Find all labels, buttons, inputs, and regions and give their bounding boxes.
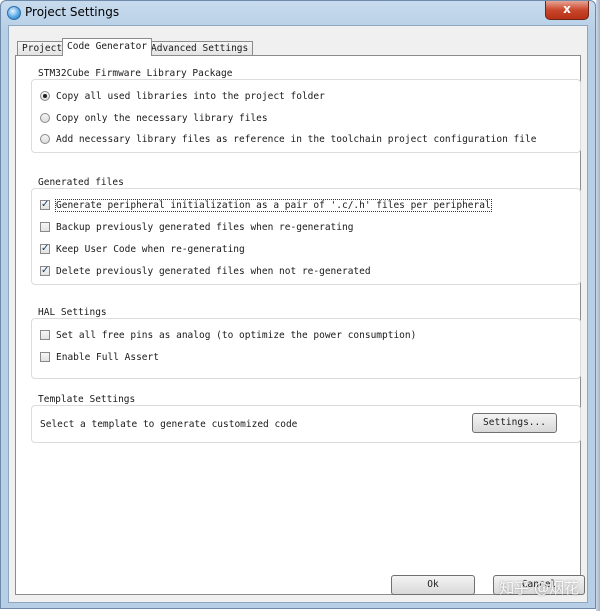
template-group-title: Template Settings: [38, 394, 136, 405]
firmware-option-copy-all[interactable]: Copy all used libraries into the project…: [40, 89, 325, 103]
radio-unselected[interactable]: [40, 113, 50, 123]
generated-option-delete-previous[interactable]: ✓ Delete previously generated files when…: [40, 264, 371, 278]
template-description: Select a template to generate customized…: [40, 418, 298, 430]
firmware-option-add-reference[interactable]: Add necessary library files as reference…: [40, 132, 536, 146]
template-description-row: Select a template to generate customized…: [40, 417, 297, 431]
checkbox-checked[interactable]: ✓: [40, 266, 50, 276]
hal-option-analog-pins[interactable]: Set all free pins as analog (to optimize…: [40, 328, 416, 342]
checkbox-checked[interactable]: ✓: [40, 200, 50, 210]
background-window-edge: [596, 0, 600, 611]
option-label: Set all free pins as analog (to optimize…: [56, 329, 417, 341]
option-label: Copy all used libraries into the project…: [56, 90, 325, 102]
hal-group-box: Set all free pins as analog (to optimize…: [31, 318, 581, 379]
checkbox-checked[interactable]: ✓: [40, 244, 50, 254]
option-label: Backup previously generated files when r…: [56, 221, 354, 233]
title-bar[interactable]: Project Settings x: [1, 1, 595, 25]
option-label: Delete previously generated files when n…: [56, 265, 371, 277]
generated-option-backup[interactable]: Backup previously generated files when r…: [40, 220, 353, 234]
firmware-group-title: STM32Cube Firmware Library Package: [38, 68, 233, 79]
option-label: Enable Full Assert: [56, 351, 159, 363]
firmware-option-copy-necessary[interactable]: Copy only the necessary library files: [40, 111, 268, 125]
radio-selected[interactable]: [40, 91, 50, 101]
checkbox-unchecked[interactable]: [40, 352, 50, 362]
tab-code-generator[interactable]: Code Generator: [62, 38, 153, 56]
option-label: Keep User Code when re-generating: [56, 243, 245, 255]
generated-group-title: Generated files: [38, 177, 124, 188]
template-group-box: Select a template to generate customized…: [31, 405, 581, 443]
tab-project[interactable]: Project: [17, 41, 68, 55]
template-settings-button[interactable]: Settings...: [472, 413, 557, 433]
checkbox-unchecked[interactable]: [40, 330, 50, 340]
dialog-client: Project Code Generator Advanced Settings…: [8, 25, 588, 603]
watermark-text: 知乎 @烟花: [499, 579, 579, 597]
firmware-group-box: Copy all used libraries into the project…: [31, 79, 581, 153]
generated-option-pair-files[interactable]: ✓ Generate peripheral initialization as …: [40, 198, 492, 212]
option-label: Add necessary library files as reference…: [56, 133, 537, 145]
tab-advanced-settings[interactable]: Advanced Settings: [146, 41, 254, 55]
hal-option-full-assert[interactable]: Enable Full Assert: [40, 350, 159, 364]
radio-unselected[interactable]: [40, 134, 50, 144]
window-title: Project Settings: [25, 5, 120, 19]
code-generator-panel: STM32Cube Firmware Library Package Copy …: [15, 55, 581, 595]
ok-button[interactable]: Ok: [391, 575, 475, 595]
generated-group-box: ✓ Generate peripheral initialization as …: [31, 188, 581, 285]
generated-option-keep-user-code[interactable]: ✓ Keep User Code when re-generating: [40, 242, 245, 256]
close-button[interactable]: x: [545, 1, 589, 20]
hal-group-title: HAL Settings: [38, 307, 107, 318]
app-icon: [7, 6, 21, 20]
option-label: Generate peripheral initialization as a …: [55, 198, 492, 212]
project-settings-window: Project Settings x Project Code Generato…: [0, 0, 596, 609]
checkbox-unchecked[interactable]: [40, 222, 50, 232]
option-label: Copy only the necessary library files: [56, 112, 268, 124]
